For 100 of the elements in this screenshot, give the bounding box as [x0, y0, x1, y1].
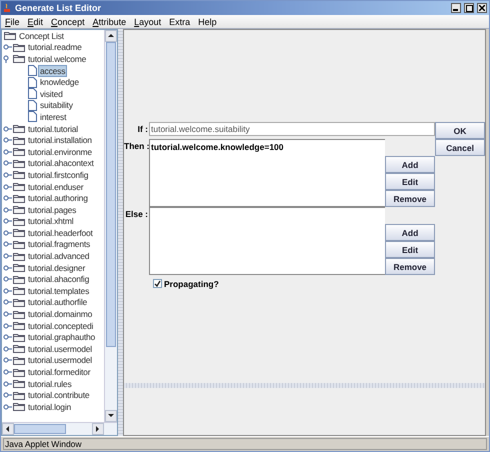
collapsed-handle-icon[interactable]	[3, 275, 12, 284]
folder-icon	[13, 356, 25, 365]
folder-icon	[13, 170, 25, 180]
tree-item[interactable]: tutorial.advanced	[26, 250, 92, 262]
ok-button[interactable]: OK	[435, 122, 485, 139]
tree-item[interactable]: tutorial.domainmo	[26, 308, 94, 320]
tree-item[interactable]: tutorial.enduser	[26, 180, 86, 193]
collapsed-handle-icon[interactable]	[3, 264, 12, 272]
tree-item[interactable]: visited	[38, 88, 65, 100]
tree-item[interactable]: tutorial.tutorial	[26, 122, 80, 135]
tree-item[interactable]: tutorial.formeditor	[26, 366, 92, 378]
tree-item[interactable]: tutorial.conceptedi	[26, 320, 96, 332]
tree-item[interactable]: tutorial.ahacontext	[26, 157, 96, 170]
tree-item[interactable]: tutorial.pages	[26, 204, 78, 216]
tree-item[interactable]: tutorial.templates	[26, 284, 92, 297]
tree-item[interactable]: tutorial.login	[26, 400, 74, 413]
collapsed-handle-icon[interactable]	[3, 310, 12, 318]
collapsed-handle-icon[interactable]	[3, 217, 12, 226]
cancel-button[interactable]: Cancel	[435, 139, 485, 156]
collapsed-handle-icon[interactable]	[3, 170, 12, 179]
collapsed-handle-icon[interactable]	[3, 206, 12, 214]
tree-item[interactable]: suitability	[38, 99, 75, 112]
menu-item[interactable]: Concept	[51, 16, 85, 26]
collapsed-handle-icon[interactable]	[3, 380, 12, 388]
tree-item[interactable]: tutorial.xhtml	[26, 215, 76, 228]
collapsed-handle-icon[interactable]	[3, 298, 12, 306]
action-button[interactable]: Edit	[385, 173, 435, 190]
tree-item[interactable]: tutorial.headerfoot	[26, 226, 95, 239]
scroll-up-icon[interactable]	[107, 32, 115, 40]
tree-item[interactable]: tutorial.authoring	[26, 192, 90, 204]
action-button[interactable]: Add	[385, 156, 435, 173]
collapsed-handle-icon[interactable]	[3, 252, 12, 260]
tree-item[interactable]: access	[38, 64, 68, 77]
collapsed-handle-icon[interactable]	[3, 182, 12, 191]
collapsed-handle-icon[interactable]	[3, 368, 12, 376]
menu-item[interactable]: Extra	[169, 16, 190, 26]
if-label: If :	[136, 124, 149, 134]
then-list[interactable]: tutorial.welcome.knowledge=100	[149, 139, 385, 207]
list-entry[interactable]: tutorial.welcome.knowledge=100	[151, 142, 384, 152]
tree-item[interactable]: tutorial.welcome	[26, 52, 88, 65]
if-field[interactable]: tutorial.welcome.suitability	[149, 122, 435, 136]
scroll-right-icon[interactable]	[94, 425, 102, 433]
folder-icon	[13, 205, 25, 214]
tree-item[interactable]: tutorial.fragments	[26, 238, 92, 250]
tree-item[interactable]: knowledge	[38, 76, 81, 88]
menu-item[interactable]: Attribute	[92, 16, 126, 26]
tree-item[interactable]: tutorial.installation	[26, 134, 94, 146]
propagating-checkbox[interactable]	[153, 279, 162, 288]
folder-icon	[13, 42, 25, 52]
tree-item[interactable]: tutorial.contribute	[26, 389, 92, 402]
tree-item[interactable]: tutorial.firstconfig	[26, 168, 90, 181]
collapsed-handle-icon[interactable]	[3, 344, 12, 353]
horizontal-scrollbar[interactable]	[2, 422, 117, 435]
collapsed-handle-icon[interactable]	[3, 286, 12, 295]
menu-item[interactable]: Layout	[134, 16, 162, 26]
tree-item[interactable]: tutorial.rules	[26, 378, 74, 390]
folder-icon	[13, 274, 25, 284]
folder-icon	[13, 286, 25, 296]
tree-item[interactable]: tutorial.designer	[26, 262, 88, 274]
tree-item[interactable]: tutorial.ahaconfig	[26, 273, 92, 286]
collapsed-handle-icon[interactable]	[3, 356, 12, 364]
tree-item[interactable]: tutorial.authorfile	[26, 296, 90, 308]
folder-icon	[13, 263, 25, 272]
collapsed-handle-icon[interactable]	[3, 228, 12, 237]
maximize-button[interactable]	[464, 3, 474, 13]
menu-item[interactable]: Edit	[28, 16, 44, 26]
collapsed-handle-icon[interactable]	[3, 391, 12, 400]
action-button[interactable]: Remove	[385, 258, 435, 275]
minimize-button[interactable]	[451, 3, 461, 13]
tree-item[interactable]: tutorial.environme	[26, 146, 94, 158]
file-icon	[28, 76, 37, 88]
collapsed-handle-icon[interactable]	[3, 333, 12, 342]
collapsed-handle-icon[interactable]	[3, 322, 12, 330]
tree-item[interactable]: tutorial.graphautho	[26, 331, 98, 344]
action-button[interactable]: Remove	[385, 190, 435, 207]
collapsed-handle-icon[interactable]	[3, 402, 12, 411]
file-icon	[28, 111, 37, 122]
collapsed-handle-icon[interactable]	[3, 159, 12, 168]
menu-item[interactable]: File	[5, 16, 20, 26]
collapsed-handle-icon[interactable]	[3, 240, 12, 248]
folder-icon	[13, 390, 25, 400]
collapsed-handle-icon[interactable]	[3, 136, 12, 144]
collapsed-handle-icon[interactable]	[3, 194, 12, 202]
collapsed-handle-icon[interactable]	[3, 43, 12, 52]
tree-item[interactable]: interest	[38, 110, 68, 123]
scroll-left-icon[interactable]	[4, 425, 12, 433]
scroll-down-icon[interactable]	[107, 412, 115, 420]
close-button[interactable]	[477, 3, 487, 13]
folder-icon	[13, 321, 25, 330]
tree-item[interactable]: tutorial.usermodel	[26, 354, 94, 366]
tree-item[interactable]: tutorial.usermodel	[26, 342, 94, 355]
menu-item[interactable]: Help	[198, 16, 217, 26]
action-button[interactable]: Edit	[385, 241, 435, 258]
action-button[interactable]: Add	[385, 224, 435, 241]
tree-root-label[interactable]: Concept List	[17, 30, 66, 42]
tree-item[interactable]: tutorial.readme	[26, 41, 84, 54]
status-bar-text: Java Applet Window	[3, 438, 487, 450]
collapsed-handle-icon[interactable]	[3, 124, 12, 133]
vertical-scrollbar[interactable]	[104, 30, 117, 422]
collapsed-handle-icon[interactable]	[3, 148, 12, 156]
